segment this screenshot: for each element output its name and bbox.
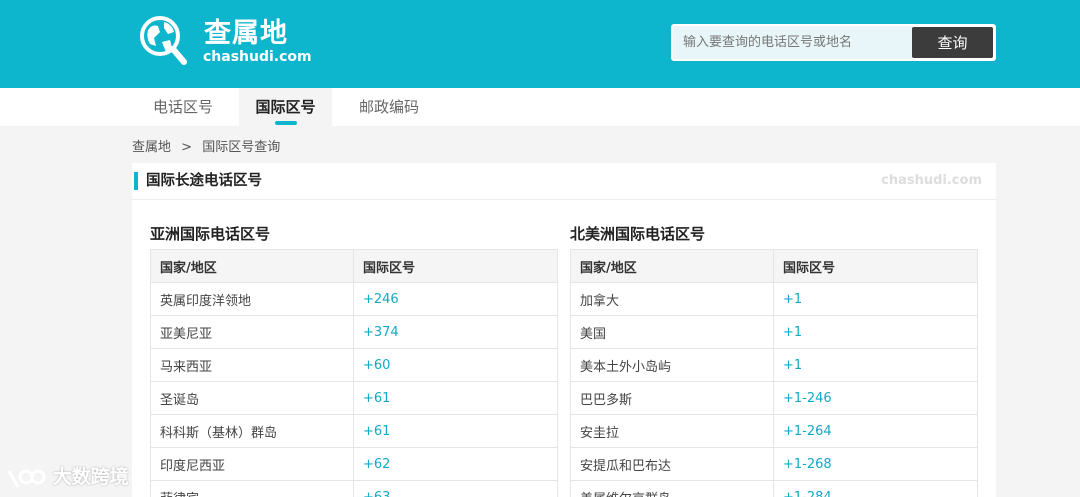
- breadcrumb-current: 国际区号查询: [202, 140, 281, 155]
- card-title: 国际长途电话区号: [146, 173, 262, 189]
- column-header-code: 国际区号: [353, 249, 558, 283]
- breadcrumb-home[interactable]: 查属地: [132, 140, 171, 155]
- dial-code: +63: [353, 480, 558, 497]
- north-america-section-title: 北美洲国际电话区号: [570, 225, 706, 243]
- search-box: 查询: [671, 24, 996, 61]
- dial-code: +1: [773, 315, 978, 349]
- title-accent-bar: [134, 172, 138, 190]
- card-header: 国际长途电话区号 chashudi.com: [132, 163, 996, 200]
- country-name: 英属印度洋领地: [150, 282, 354, 316]
- table-row[interactable]: 印度尼西亚 +62: [150, 447, 558, 481]
- column-header-code: 国际区号: [773, 249, 978, 283]
- active-tab-indicator: [275, 121, 297, 125]
- dial-code: +1: [773, 282, 978, 316]
- breadcrumb: 查属地 > 国际区号查询: [132, 140, 286, 156]
- table-header-row: 国家/地区 国际区号: [150, 249, 558, 283]
- dial-code: +1-264: [773, 414, 978, 448]
- dial-code: +374: [353, 315, 558, 349]
- north-america-code-table: 国家/地区 国际区号 加拿大 +1 美国 +1 美本土外小岛屿 +1 巴巴多斯 +1-2…: [570, 249, 978, 497]
- site-logo[interactable]: 查属地 chashudi.com: [140, 16, 312, 68]
- country-name: 马来西亚: [150, 348, 354, 382]
- dial-code: +60: [353, 348, 558, 382]
- country-name: 亚美尼亚: [150, 315, 354, 349]
- breadcrumb-separator: >: [181, 140, 193, 155]
- country-name: 印度尼西亚: [150, 447, 354, 481]
- search-button[interactable]: 查询: [912, 27, 993, 58]
- column-header-country: 国家/地区: [570, 249, 774, 283]
- country-name: 巴巴多斯: [570, 381, 774, 415]
- table-row[interactable]: 安提瓜和巴布达 +1-268: [570, 447, 978, 481]
- asia-code-table: 国家/地区 国际区号 英属印度洋领地 +246 亚美尼亚 +374 马来西亚 +60 …: [150, 249, 558, 497]
- country-name: 美属维尔京群岛: [570, 480, 774, 497]
- country-name: 安圭拉: [570, 414, 774, 448]
- dial-code: +62: [353, 447, 558, 481]
- country-name: 圣诞岛: [150, 381, 354, 415]
- table-row[interactable]: 圣诞岛 +61: [150, 381, 558, 415]
- corner-watermark: 大数跨境: [6, 462, 129, 492]
- table-row[interactable]: 英属印度洋领地 +246: [150, 282, 558, 316]
- country-name: 美国: [570, 315, 774, 349]
- table-row[interactable]: 科科斯（基林）群岛 +61: [150, 414, 558, 448]
- watermark-logo-icon: [7, 469, 46, 488]
- table-row[interactable]: 马来西亚 +60: [150, 348, 558, 382]
- logo-domain: chashudi.com: [203, 49, 312, 65]
- table-row[interactable]: 加拿大 +1: [570, 282, 978, 316]
- tab-phone-area-code[interactable]: 电话区号: [140, 88, 226, 126]
- card-watermark: chashudi.com: [881, 173, 982, 188]
- dial-code: +1-246: [773, 381, 978, 415]
- dial-code: +246: [353, 282, 558, 316]
- table-row[interactable]: 菲律宾+63: [150, 480, 558, 497]
- content-card: 国际长途电话区号 chashudi.com 亚洲国际电话区号 国家/地区 国际区…: [132, 163, 996, 497]
- dial-code: +1: [773, 348, 978, 382]
- country-name: 安提瓜和巴布达: [570, 447, 774, 481]
- dial-code: +61: [353, 414, 558, 448]
- column-header-country: 国家/地区: [150, 249, 354, 283]
- site-header: 查属地 chashudi.com 查询: [0, 0, 1080, 88]
- country-name: 加拿大: [570, 282, 774, 316]
- dial-code: +1-284: [773, 480, 978, 497]
- dial-code: +1-268: [773, 447, 978, 481]
- asia-section-title: 亚洲国际电话区号: [150, 225, 271, 243]
- country-name: 菲律宾: [150, 480, 354, 497]
- watermark-text: 大数跨境: [52, 466, 129, 488]
- table-row[interactable]: 安圭拉 +1-264: [570, 414, 978, 448]
- table-row[interactable]: 美属维尔京群岛+1-284: [570, 480, 978, 497]
- globe-magnifier-icon: [140, 16, 187, 65]
- country-name: 科科斯（基林）群岛: [150, 414, 354, 448]
- dial-code: +61: [353, 381, 558, 415]
- table-header-row: 国家/地区 国际区号: [570, 249, 978, 283]
- search-input[interactable]: [673, 26, 913, 59]
- main-nav: 电话区号 国际区号 邮政编码: [0, 88, 1080, 126]
- table-row[interactable]: 美国 +1: [570, 315, 978, 349]
- table-row[interactable]: 美本土外小岛屿 +1: [570, 348, 978, 382]
- country-name: 美本土外小岛屿: [570, 348, 774, 382]
- tab-postal-code[interactable]: 邮政编码: [346, 88, 432, 126]
- table-row[interactable]: 巴巴多斯 +1-246: [570, 381, 978, 415]
- table-row[interactable]: 亚美尼亚 +374: [150, 315, 558, 349]
- logo-title: 查属地: [204, 18, 288, 49]
